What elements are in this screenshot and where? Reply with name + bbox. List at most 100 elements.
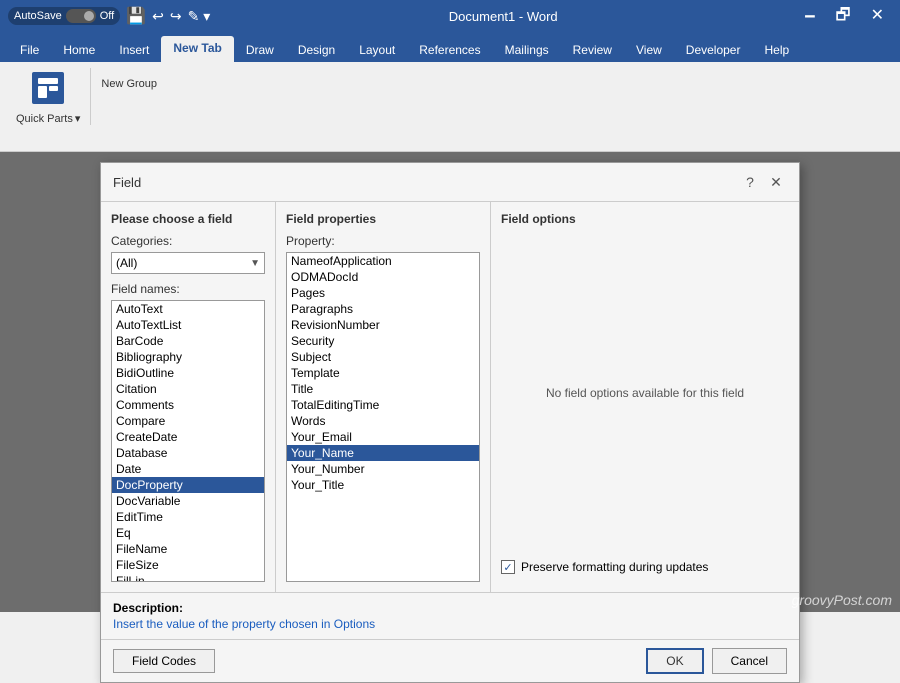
categories-select[interactable]: (All) ▼ (111, 252, 265, 274)
tab-draw[interactable]: Draw (234, 38, 286, 62)
list-item-docvariable[interactable]: DocVariable (112, 493, 264, 509)
prop-template[interactable]: Template (287, 365, 479, 381)
ribbon-group-quick-parts: Quick Parts ▾ (6, 68, 91, 125)
tab-help[interactable]: Help (752, 38, 801, 62)
categories-label: Categories: (111, 234, 265, 248)
prop-pages[interactable]: Pages (287, 285, 479, 301)
preserve-label[interactable]: Preserve formatting during updates (521, 560, 708, 574)
redo-icon[interactable]: ↪ (170, 8, 182, 25)
description-area: Description: Insert the value of the pro… (101, 592, 799, 639)
document-title: Document1 - Word (449, 9, 558, 24)
prop-yournumber[interactable]: Your_Number (287, 461, 479, 477)
list-item-docproperty[interactable]: DocProperty (112, 477, 264, 493)
prop-nameofapplication[interactable]: NameofApplication (287, 253, 479, 269)
quick-parts-img (32, 72, 64, 104)
list-item-date[interactable]: Date (112, 461, 264, 477)
list-item-database[interactable]: Database (112, 445, 264, 461)
quick-parts-label[interactable]: Quick Parts ▾ (16, 112, 80, 125)
tab-home[interactable]: Home (51, 38, 107, 62)
list-item-fillin[interactable]: Fill-in (112, 573, 264, 582)
list-item-citation[interactable]: Citation (112, 381, 264, 397)
list-item-filesize[interactable]: FileSize (112, 557, 264, 573)
prop-subject[interactable]: Subject (287, 349, 479, 365)
new-group-label: New Group (91, 68, 167, 100)
list-item-bibliography[interactable]: Bibliography (112, 349, 264, 365)
cancel-btn[interactable]: Cancel (712, 648, 787, 674)
autosave-label: AutoSave (14, 10, 62, 22)
dialog-footer: Field Codes OK Cancel (101, 639, 799, 682)
quick-parts-arrow: ▾ (75, 112, 81, 125)
right-panel-title: Field options (501, 212, 789, 226)
restore-btn[interactable]: 🗗 (828, 0, 859, 32)
quick-parts-text: Quick Parts (16, 113, 73, 125)
categories-value: (All) (116, 256, 137, 270)
tab-new-tab[interactable]: New Tab (161, 36, 233, 62)
list-item-filename[interactable]: FileName (112, 541, 264, 557)
tab-insert[interactable]: Insert (107, 38, 161, 62)
title-bar-left: AutoSave Off 💾 ↩ ↪ ✎ ▾ (8, 6, 210, 26)
save-icon[interactable]: 💾 (126, 6, 146, 26)
list-item-createdate[interactable]: CreateDate (112, 429, 264, 445)
prop-revisionnumber[interactable]: RevisionNumber (287, 317, 479, 333)
tab-view[interactable]: View (624, 38, 674, 62)
undo-icon[interactable]: ↩ (152, 8, 164, 25)
title-bar-controls: 🗕 🗗 ✕ (796, 0, 892, 32)
quick-parts-icon[interactable] (28, 68, 68, 108)
list-item-eq[interactable]: Eq (112, 525, 264, 541)
prop-yourname[interactable]: Your_Name (287, 445, 479, 461)
middle-panel-title: Field properties (286, 212, 480, 226)
field-codes-btn[interactable]: Field Codes (113, 649, 215, 673)
list-item-autotextlist[interactable]: AutoTextList (112, 317, 264, 333)
tab-file[interactable]: File (8, 38, 51, 62)
panel-left: Please choose a field Categories: (All) … (101, 202, 276, 592)
field-options-msg: No field options available for this fiel… (501, 234, 789, 552)
customize-icon[interactable]: ✎ ▾ (188, 8, 211, 25)
prop-youremail[interactable]: Your_Email (287, 429, 479, 445)
ribbon-content: Quick Parts ▾ New Group (0, 62, 900, 152)
tab-developer[interactable]: Developer (674, 38, 753, 62)
close-btn[interactable]: ✕ (863, 0, 892, 32)
field-names-label: Field names: (111, 282, 265, 296)
prop-paragraphs[interactable]: Paragraphs (287, 301, 479, 317)
autosave-toggle-pill[interactable] (66, 9, 96, 23)
prop-yourtitle[interactable]: Your_Title (287, 477, 479, 493)
ribbon-tabs: File Home Insert New Tab Draw Design Lay… (0, 32, 900, 62)
list-item-autotext[interactable]: AutoText (112, 301, 264, 317)
tab-design[interactable]: Design (286, 38, 347, 62)
preserve-checkbox[interactable] (501, 560, 515, 574)
tab-references[interactable]: References (407, 38, 492, 62)
prop-totaleditingtime[interactable]: TotalEditingTime (287, 397, 479, 413)
dialog-close-btn[interactable]: ✕ (765, 171, 787, 193)
list-item-comments[interactable]: Comments (112, 397, 264, 413)
minimize-btn[interactable]: 🗕 (796, 0, 823, 32)
dialog-controls: ? ✕ (739, 171, 787, 193)
tab-review[interactable]: Review (561, 38, 624, 62)
property-list[interactable]: NameofApplication ODMADocId Pages Paragr… (286, 252, 480, 582)
list-item-barcode[interactable]: BarCode (112, 333, 264, 349)
prop-words[interactable]: Words (287, 413, 479, 429)
field-names-list[interactable]: AutoText AutoTextList BarCode Bibliograp… (111, 300, 265, 582)
left-panel-title: Please choose a field (111, 212, 265, 226)
list-item-compare[interactable]: Compare (112, 413, 264, 429)
watermark: groovyPost.com (792, 592, 892, 608)
categories-arrow: ▼ (250, 258, 260, 269)
dialog-title-bar: Field ? ✕ (101, 163, 799, 202)
tab-mailings[interactable]: Mailings (493, 38, 561, 62)
prop-title[interactable]: Title (287, 381, 479, 397)
autosave-toggle[interactable]: AutoSave Off (8, 7, 120, 25)
list-item-bidioutline[interactable]: BidiOutline (112, 365, 264, 381)
title-bar: AutoSave Off 💾 ↩ ↪ ✎ ▾ Document1 - Word … (0, 0, 900, 32)
autosave-state: Off (100, 10, 114, 22)
preserve-formatting-row: Preserve formatting during updates (501, 552, 789, 582)
dialog-body: Please choose a field Categories: (All) … (101, 202, 799, 592)
tab-layout[interactable]: Layout (347, 38, 407, 62)
ok-btn[interactable]: OK (646, 648, 703, 674)
description-text: Insert the value of the property chosen … (113, 617, 787, 631)
footer-right-buttons: OK Cancel (646, 648, 787, 674)
document-area: Field ? ✕ Please choose a field Categori… (0, 152, 900, 612)
prop-security[interactable]: Security (287, 333, 479, 349)
list-item-edittime[interactable]: EditTime (112, 509, 264, 525)
field-dialog: Field ? ✕ Please choose a field Categori… (100, 162, 800, 683)
prop-odmadocid[interactable]: ODMADocId (287, 269, 479, 285)
dialog-help-btn[interactable]: ? (739, 171, 761, 193)
